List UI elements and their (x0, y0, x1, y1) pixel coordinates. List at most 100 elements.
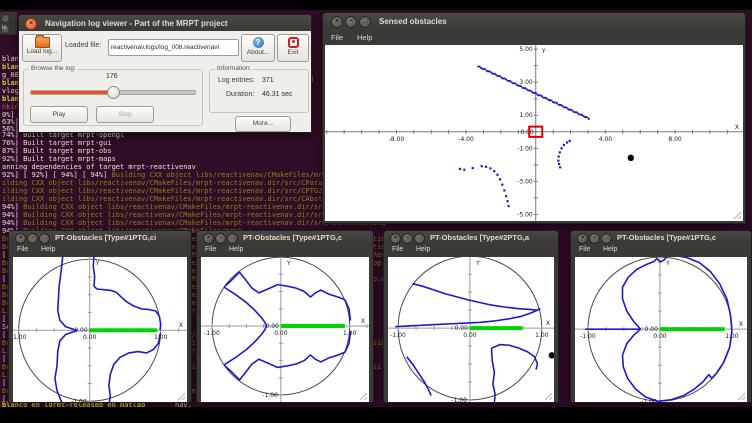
pt1-titlebar[interactable]: × − □ PT-Obstacles [Type#1PTG,ci (9, 231, 191, 244)
menu-file[interactable]: File (331, 33, 343, 42)
sensed-menubar: File Help (323, 30, 745, 46)
terminal-line: anning dependencies of target mrpt-react… (2, 163, 196, 171)
close-icon[interactable]: × (331, 16, 343, 28)
target-dot (628, 155, 634, 161)
obstacle-path (395, 309, 540, 327)
svg-text:-1.00: -1.00 (262, 392, 278, 399)
menu-help[interactable]: Help (229, 246, 243, 253)
minimize-icon[interactable]: − (27, 233, 38, 244)
close-icon[interactable]: × (577, 233, 588, 244)
pt3-menubar: File Help (384, 244, 558, 258)
svg-text:0.00: 0.00 (266, 323, 280, 330)
svg-text:-5.00: -5.00 (517, 211, 533, 218)
load-log-button[interactable]: Load log... (22, 34, 62, 62)
stop-button[interactable]: Stop (96, 106, 154, 123)
maximize-icon[interactable]: □ (39, 233, 50, 244)
terminal-line: blan (2, 95, 19, 103)
pt-obstacles-plot-2[interactable]: -1.000.001.00-1.000.00XY (201, 257, 369, 402)
slider-handle[interactable] (107, 86, 120, 99)
pt2-titlebar[interactable]: × − □ PT-Obstacles [Type#1PTG,c (197, 231, 373, 244)
navlog-titlebar[interactable]: × Navigation log viewer - Part of the MR… (19, 15, 311, 31)
obstacle-point (557, 160, 559, 162)
maximize-icon[interactable]: □ (601, 233, 612, 244)
resize-grip (738, 393, 745, 400)
svg-text:1.00: 1.00 (154, 334, 168, 341)
minimize-icon[interactable]: − (589, 233, 600, 244)
pt3-titlebar[interactable]: × − □ PT-Obstacles [Type#2PTG,a (384, 231, 558, 244)
slider-fill (31, 91, 112, 94)
more-button[interactable]: More... (235, 116, 291, 132)
svg-text:Y: Y (541, 48, 546, 55)
svg-text:X: X (179, 322, 183, 329)
exit-button[interactable]: Exit (277, 34, 309, 62)
resize-grip (178, 393, 185, 400)
obstacle-point (459, 168, 461, 170)
window-title: PT-Obstacles [Type#1PTG,ci (55, 233, 156, 242)
sensed-obstacles-plot[interactable]: -8.00-4.004.008.005.003.001.00-1.00-3.00… (325, 45, 743, 221)
obstacle-point (505, 195, 507, 197)
pt4-titlebar[interactable]: × − □ PT-Obstacles [Type#1PTG,c (571, 231, 751, 244)
menu-file[interactable]: File (17, 246, 28, 253)
pt2-svg: -1.000.001.00-1.000.00XY (201, 257, 369, 402)
terminal-line: 76%] Built target mrpt-gui (2, 139, 112, 147)
minimize-icon[interactable]: − (402, 233, 413, 244)
pt-obstacles-window-1: × − □ PT-Obstacles [Type#1PTG,ci File He… (8, 230, 192, 403)
slider-value: 176 (106, 73, 118, 80)
obstacle-point (507, 205, 509, 207)
svg-text:-1.00: -1.00 (71, 398, 87, 402)
pt4-menubar: File Help (571, 244, 751, 258)
play-button[interactable]: Play (30, 106, 88, 123)
menu-fragment: le (2, 25, 7, 31)
pt-obstacles-window-3: × − □ PT-Obstacles [Type#2PTG,a File Hel… (383, 230, 559, 403)
svg-text:4.00: 4.00 (599, 136, 613, 143)
menu-help[interactable]: Help (416, 246, 430, 253)
pt-obstacles-plot-1[interactable]: -1.000.001.00-1.000.00XY (13, 257, 187, 402)
pt-obstacles-plot-4[interactable]: -1.000.001.00-1.000.00XY (575, 257, 747, 402)
svg-text:Y: Y (95, 260, 100, 267)
minimize-icon[interactable]: − (345, 16, 357, 28)
loaded-file-input[interactable]: reactivenav.logs/log_008.reactivenavl (108, 39, 239, 56)
svg-text:-1.00: -1.00 (451, 397, 467, 402)
maximize-icon[interactable]: □ (414, 233, 425, 244)
terminal-line: 92%] Built target mrpt-maps (2, 155, 116, 163)
terminal-line: 87%] Built target mrpt-obs (2, 147, 112, 155)
menu-help[interactable]: Help (603, 246, 617, 253)
close-icon[interactable]: × (25, 18, 37, 30)
sensed-obstacles-window: × − □ Sensed obstacles File Help -8.00-4… (322, 12, 746, 224)
log-slider[interactable] (30, 90, 196, 95)
menu-file[interactable]: File (392, 246, 403, 253)
obstacle-path (55, 257, 77, 402)
svg-text:0.00: 0.00 (274, 330, 288, 337)
obstacle-path (585, 328, 640, 329)
close-icon[interactable]: × (15, 233, 26, 244)
menu-file[interactable]: File (205, 246, 216, 253)
about-button[interactable]: ? About... (241, 34, 275, 62)
maximize-icon[interactable]: □ (227, 233, 238, 244)
terminal-line: vlog (2, 87, 19, 95)
pt-obstacles-plot-3[interactable]: -1.000.001.00-1.000.00XY (388, 257, 554, 402)
window-title: Sensed obstacles (379, 17, 447, 26)
svg-text:3.00: 3.00 (519, 79, 533, 86)
close-icon[interactable]: × (203, 233, 214, 244)
svg-text:1.00: 1.00 (535, 332, 549, 339)
svg-text:-1.00: -1.00 (204, 330, 220, 337)
terminal-line: g_08 (2, 71, 19, 79)
close-icon[interactable]: × (390, 233, 401, 244)
menu-help[interactable]: Help (357, 33, 372, 42)
menu-help[interactable]: Help (41, 246, 55, 253)
obstacle-point (489, 167, 491, 169)
svg-text:X: X (546, 320, 550, 327)
menu-file[interactable]: File (579, 246, 590, 253)
obstacle-path (491, 348, 495, 402)
minimize-icon[interactable]: − (215, 233, 226, 244)
sensed-titlebar[interactable]: × − □ Sensed obstacles (323, 13, 745, 30)
pt4-svg: -1.000.001.00-1.000.00XY (575, 257, 747, 402)
obstacle-path (412, 284, 540, 311)
resize-grip (545, 393, 552, 400)
obstacle-point (563, 144, 565, 146)
window-title: PT-Obstacles [Type#2PTG,a (430, 233, 529, 242)
obstacle-point (569, 140, 571, 142)
resize-grip (734, 212, 741, 219)
maximize-icon[interactable]: □ (359, 16, 371, 28)
help-icon: ? (253, 37, 264, 48)
